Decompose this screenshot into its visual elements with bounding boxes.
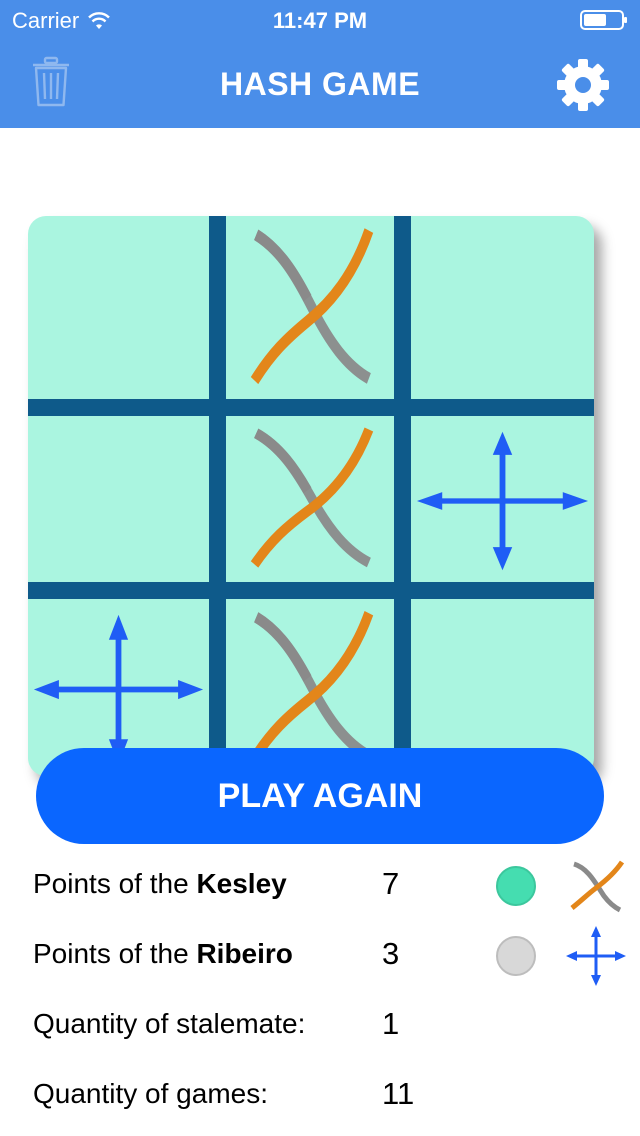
- board-cell-1-2[interactable]: [226, 216, 394, 399]
- play-again-button[interactable]: PLAY AGAIN: [36, 748, 604, 844]
- player1-name: Kesley: [196, 868, 287, 899]
- board-cell-1-1[interactable]: [28, 216, 209, 399]
- gear-icon[interactable]: [556, 58, 610, 112]
- games-label: Quantity of games:: [33, 1078, 269, 1109]
- stalemate-count: 1: [382, 1006, 400, 1041]
- crossed-curves-icon: [246, 603, 374, 766]
- player2-points: 3: [382, 936, 400, 971]
- page-title: HASH GAME: [219, 66, 421, 102]
- nav-bar: HASH GAME: [0, 40, 640, 128]
- player2-label: Points of the Ribeiro: [33, 938, 293, 970]
- game-board: [28, 216, 594, 776]
- battery-icon: [580, 10, 627, 30]
- player2-name: Ribeiro: [196, 938, 293, 969]
- player1-label: Points of the Kesley: [33, 868, 287, 900]
- four-way-arrows-icon: [415, 430, 590, 572]
- games-count: 11: [382, 1076, 415, 1111]
- status-time: 11:47 PM: [272, 8, 368, 33]
- board-cell-1-3[interactable]: [411, 216, 594, 399]
- crossed-curves-icon: [246, 420, 374, 572]
- four-way-arrows-icon: [566, 926, 626, 986]
- player2-color-dot[interactable]: [496, 936, 536, 976]
- crossed-curves-icon: [570, 860, 625, 913]
- board-cell-2-3[interactable]: [411, 416, 594, 582]
- board-cell-2-2[interactable]: [226, 416, 394, 582]
- stat-row-player2: Points of the Ribeiro 3: [0, 920, 640, 990]
- app-header: Carrier 11:47 PM HASH GAME: [0, 0, 640, 128]
- player1-points: 7: [382, 866, 400, 901]
- board-cell-2-1[interactable]: [28, 416, 209, 582]
- four-way-arrows-icon: [32, 613, 205, 766]
- player1-color-dot[interactable]: [496, 866, 536, 906]
- stat-row-player1: Points of the Kesley 7: [0, 850, 640, 920]
- stat-row-games: Quantity of games: 11: [0, 1060, 640, 1130]
- stat-row-stalemate: Quantity of stalemate: 1: [0, 990, 640, 1060]
- status-bar: Carrier 11:47 PM: [0, 0, 640, 40]
- stalemate-label: Quantity of stalemate:: [33, 1008, 306, 1039]
- crossed-curves-icon: [246, 220, 374, 389]
- player2-label-prefix: Points of the: [33, 938, 197, 969]
- player1-label-prefix: Points of the: [33, 868, 197, 899]
